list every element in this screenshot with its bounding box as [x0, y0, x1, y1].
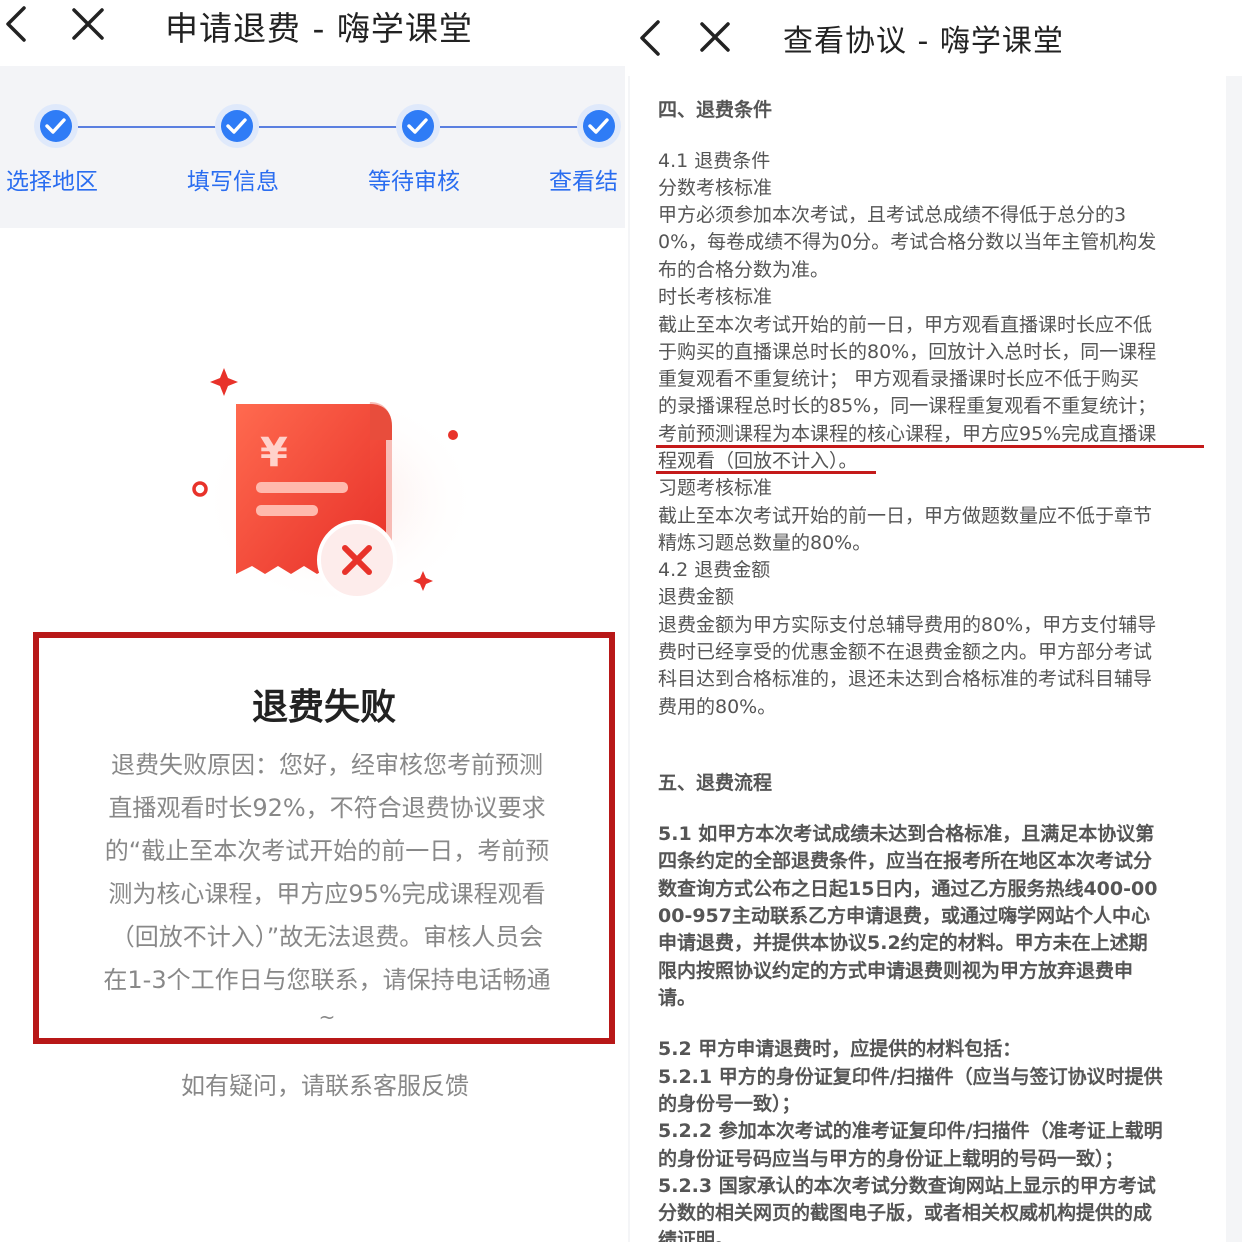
step-check-icon — [396, 104, 440, 148]
doc-line: 的身份证号码应当与甲方的身份证上载明的号码一致）； — [658, 1148, 1124, 1170]
step-label: 填写信息 — [187, 169, 279, 195]
step-connector — [78, 126, 218, 128]
doc-line: 4.2 退费金额 — [658, 559, 771, 581]
doc-line: 5.2.1 甲方的身份证复印件/扫描件（应当与签订协议时提供 — [658, 1066, 1163, 1088]
doc-line: 5.2.2 参加本次考试的准考证复印件/扫描件（准考证上载明 — [658, 1120, 1163, 1142]
reason-line: ~ — [318, 1005, 336, 1029]
doc-line: 的身份号一致）； — [658, 1093, 801, 1115]
doc-line: 限内按照协议约定的方式申请退费则视为甲方放弃退费申 — [658, 960, 1134, 982]
doc-line: 分数考核标准 — [658, 177, 773, 199]
agreement-document[interactable]: 四、退费条件 4.1 退费条件 分数考核标准 甲方必须参加本次考试，且考试总成绩… — [630, 76, 1226, 1242]
doc-line: 申请退费，并提供本协议5.2约定的材料。甲方未在上述期 — [658, 932, 1148, 954]
reason-line: （回放不计入）”故无法退费。审核人员会 — [110, 923, 544, 951]
doc-line: 时长考核标准 — [658, 286, 773, 308]
doc-line: 绩证明。 — [658, 1229, 735, 1242]
step-check-icon — [34, 104, 78, 148]
doc-line: 费时已经享受的优惠金额不在退费金额之内。甲方部分考试 — [658, 641, 1153, 663]
doc-line: 的录播课程总时长的85%，同一课程重复观看不重复统计； — [658, 395, 1157, 417]
doc-line: 00-957主动联系乙方申请退费，或通过嗨学网站个人中心 — [658, 905, 1150, 927]
step-connector — [259, 126, 399, 128]
doc-line: 4.1 退费条件 — [658, 150, 771, 172]
step-label: 选择地区 — [6, 169, 98, 195]
doc-line: 5.2 甲方申请退费时，应提供的材料包括： — [658, 1038, 1022, 1060]
reason-line: 直播观看时长92%，不符合退费协议要求 — [108, 794, 546, 822]
reason-line: 在1-3个工作日与您联系，请保持电话畅通 — [103, 966, 551, 994]
page-title: 查看协议 - 嗨学课堂 — [783, 24, 1064, 59]
back-arrow-icon[interactable] — [636, 18, 666, 58]
step-check-icon — [577, 104, 621, 148]
doc-line: 5.2.3 国家承认的本次考试分数查询网站上显示的甲方考试 — [658, 1175, 1156, 1197]
close-icon[interactable] — [70, 6, 106, 42]
doc-line: 布的合格分数为准。 — [658, 259, 830, 281]
doc-line: 数查询方式公布之日起15日内，通过乙方服务热线400-00 — [658, 878, 1158, 900]
failure-reason: 退费失败原因：您好，经审核您考前预测 直播观看时长92%，不符合退费协议要求 的… — [77, 744, 577, 1032]
step-check-icon — [215, 104, 259, 148]
reason-line: 测为核心课程，甲方应95%完成课程观看 — [108, 880, 546, 908]
doc-line: 0%，每卷成绩不得为0分。考试合格分数以当年主管机构发 — [658, 231, 1157, 253]
agreement-screen: 查看协议 - 嗨学课堂 四、退费条件 4.1 退费条件 分数考核标准 甲方必须参… — [628, 0, 1242, 1242]
progress-steps — [0, 66, 625, 228]
contact-support-hint[interactable]: 如有疑问，请联系客服反馈 — [0, 1066, 625, 1101]
reason-line: 的“截止至本次考试开始的前一日，考前预 — [104, 837, 550, 865]
doc-line: 截止至本次考试开始的前一日，甲方观看直播课时长应不低 — [658, 314, 1153, 336]
back-arrow-icon[interactable] — [2, 4, 32, 44]
refund-failed-receipt-icon: ¥ — [192, 368, 480, 610]
highlighted-clause: 程观看（回放不计入）。 — [658, 450, 858, 472]
doc-line: 甲方必须参加本次考试，且考试总成绩不得低于总分的3 — [658, 204, 1127, 226]
reason-line: 退费失败原因：您好，经审核您考前预测 — [111, 751, 543, 779]
doc-line: 退费金额 — [658, 586, 735, 608]
doc-line: 重复观看不重复统计； 甲方观看录播课时长应不低于购买 — [658, 368, 1140, 390]
refund-result-card: 退费失败 退费失败原因：您好，经审核您考前预测 直播观看时长92%，不符合退费协… — [33, 632, 615, 1044]
step-label: 查看结 — [549, 169, 618, 195]
doc-line: 精炼习题总数量的80%。 — [658, 532, 872, 554]
doc-line: 习题考核标准 — [658, 477, 773, 499]
step-label: 等待审核 — [368, 169, 460, 195]
doc-line: 截止至本次考试开始的前一日，甲方做题数量应不低于章节 — [658, 505, 1153, 527]
step-connector — [440, 126, 580, 128]
page-title: 申请退费 - 嗨学课堂 — [165, 9, 473, 48]
close-icon[interactable] — [698, 20, 732, 54]
section-heading: 五、退费流程 — [658, 772, 773, 794]
doc-line: 四条约定的全部退费条件，应当在报考所在地区本次考试分 — [658, 850, 1153, 872]
doc-line: 科目达到合格标准的，退还未达到合格标准的考试科目辅导 — [658, 668, 1153, 690]
svg-text:¥: ¥ — [260, 430, 288, 476]
doc-line: 请。 — [658, 987, 697, 1009]
section-heading: 四、退费条件 — [658, 99, 773, 121]
result-title: 退费失败 — [251, 687, 396, 728]
doc-line: 5.1 如甲方本次考试成绩未达到合格标准，且满足本协议第 — [658, 823, 1155, 845]
left-header: 申请退费 - 嗨学课堂 — [0, 0, 625, 66]
doc-line: 于购买的直播课总时长的80%，回放计入总时长，同一课程 — [658, 341, 1157, 363]
doc-line: 分数的相关网页的截图电子版，或者相关权威机构提供的成 — [658, 1202, 1153, 1224]
refund-application-screen: 申请退费 - 嗨学课堂 选择地区 填写信息 等待审核 查看结 ¥ 退费失败 退费… — [0, 0, 625, 1242]
highlighted-clause: 考前预测课程为本课程的核心课程，甲方应95%完成直播课 — [658, 423, 1157, 445]
doc-line: 费用的80%。 — [658, 696, 777, 718]
doc-line: 退费金额为甲方实际支付总辅导费用的80%，甲方支付辅导 — [658, 614, 1157, 636]
right-header: 查看协议 - 嗨学课堂 — [628, 0, 1242, 76]
